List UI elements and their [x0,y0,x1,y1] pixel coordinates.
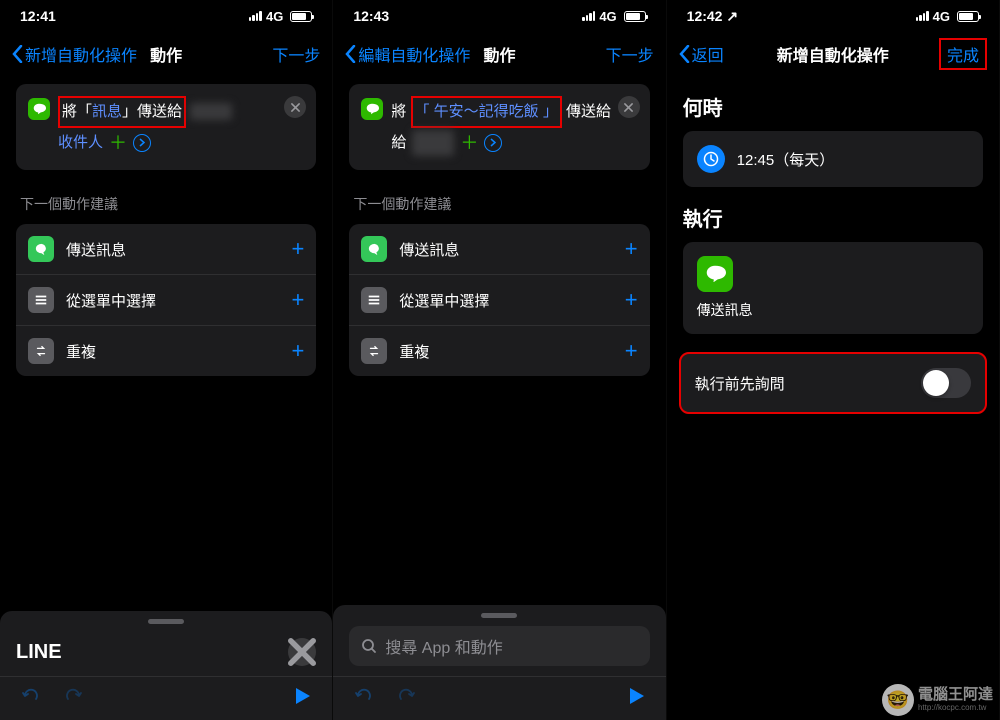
signal-icon [916,11,929,21]
undo-icon[interactable] [20,685,42,712]
sheet-handle[interactable] [148,619,184,624]
suggestion-item[interactable]: 重複 + [349,326,649,376]
nav-title: 動作 [150,42,182,66]
exec-value: 傳送訊息 [697,300,969,320]
expand-icon[interactable] [133,134,151,152]
recipient-blur: xxxx [412,130,454,156]
battery-icon [957,11,979,22]
exec-header: 執行 [683,203,999,232]
line-app-icon [28,98,50,120]
back-button[interactable]: 返回 [679,42,724,66]
add-suggestion-icon[interactable]: + [291,338,304,364]
signal-icon [249,11,262,21]
suggestion-item[interactable]: 傳送訊息 + [349,224,649,275]
back-button[interactable]: 編輯自動化操作 [345,42,470,66]
add-icon[interactable]: ＋ [460,128,478,159]
bottom-sheet[interactable]: 搜尋 App 和動作 [333,605,665,676]
redo-icon[interactable] [395,685,417,712]
status-bar: 12:43 4G [333,0,665,32]
menu-icon [361,287,387,313]
battery-icon [624,11,646,22]
battery-icon [290,11,312,22]
toolbar [333,676,665,720]
bottom-sheet[interactable]: LINE [0,611,332,676]
status-time: 12:43 [353,8,389,24]
recipient-blur: xxxx [190,103,232,120]
nav-title: 新增自動化操作 [777,42,889,66]
suggestion-item[interactable]: 傳送訊息 + [16,224,316,275]
status-bar: 12:41 4G [0,0,332,32]
watermark-icon: 🤓 [882,684,914,716]
search-placeholder: 搜尋 App 和動作 [385,634,502,658]
suggestions-header: 下一個動作建議 [20,194,316,214]
status-time: 12:41 [20,8,56,24]
action-text: 將 「 午安～記得吃飯 」 傳送給 給 xxxx ＋ [391,96,637,158]
undo-icon[interactable] [353,685,375,712]
repeat-icon [28,338,54,364]
menu-icon [28,287,54,313]
when-card[interactable]: 12:45（每天） [683,131,983,187]
nav-bar: 新增自動化操作 動作 下一步 [0,32,332,76]
suggestions-list: 傳送訊息 + 從選單中選擇 + 重複 + [16,224,316,376]
phone-3: 12:42 ↗ 4G 返回 新增自動化操作 完成 何時 12:45（每天） 執行… [667,0,1000,720]
sheet-title: LINE [16,641,62,664]
add-icon[interactable]: ＋ [109,128,127,159]
suggestion-item[interactable]: 重複 + [16,326,316,376]
exec-card[interactable]: 傳送訊息 [683,242,983,334]
ask-label: 執行前先詢問 [695,373,785,394]
signal-icon [582,11,595,21]
nav-bar: 編輯自動化操作 動作 下一步 [333,32,665,76]
suggestions-list: 傳送訊息 + 從選單中選擇 + 重複 + [349,224,649,376]
action-card[interactable]: 將「訊息」傳送給 xxxx 收件人 ＋ [16,84,316,170]
chevron-left-icon [345,45,356,63]
run-button[interactable] [626,686,646,711]
suggestion-item[interactable]: 從選單中選擇 + [16,275,316,326]
ask-toggle[interactable] [921,368,971,398]
message-icon [361,236,387,262]
network-label: 4G [266,9,283,24]
phone-2: 12:43 4G 編輯自動化操作 動作 下一步 將 「 午安～記得吃飯 」 傳送… [333,0,666,720]
status-bar: 12:42 ↗ 4G [667,0,999,32]
remove-action-button[interactable] [618,96,640,118]
suggestion-item[interactable]: 從選單中選擇 + [349,275,649,326]
message-token[interactable]: 「 午安～記得吃飯 」 [415,103,558,120]
status-time: 12:42 [687,8,723,24]
back-button[interactable]: 新增自動化操作 [12,42,137,66]
recipient-token[interactable]: 收件人 [58,130,103,156]
watermark: 🤓 電腦王阿達 http://kocpc.com.tw [882,684,993,716]
chevron-left-icon [12,45,23,63]
line-app-icon [361,98,383,120]
expand-icon[interactable] [484,134,502,152]
sheet-handle[interactable] [481,613,517,618]
when-value: 12:45（每天） [737,149,835,170]
nav-bar: 返回 新增自動化操作 完成 [667,32,999,76]
search-icon [361,638,377,654]
message-token[interactable]: 訊息 [92,103,122,120]
when-header: 何時 [683,92,999,121]
location-icon: ↗ [726,8,738,24]
nav-title: 動作 [483,42,515,66]
line-app-icon [697,256,733,292]
done-button[interactable]: 完成 [939,38,987,70]
run-button[interactable] [292,686,312,711]
ask-before-row[interactable]: 執行前先詢問 [679,352,987,414]
add-suggestion-icon[interactable]: + [291,236,304,262]
next-button[interactable]: 下一步 [606,42,654,66]
close-sheet-button[interactable] [288,638,316,666]
suggestions-header: 下一個動作建議 [353,194,649,214]
action-text: 將「訊息」傳送給 xxxx 收件人 ＋ [58,96,304,158]
toolbar [0,676,332,720]
action-card[interactable]: 將 「 午安～記得吃飯 」 傳送給 給 xxxx ＋ [349,84,649,170]
redo-icon[interactable] [62,685,84,712]
add-suggestion-icon[interactable]: + [291,287,304,313]
next-button[interactable]: 下一步 [272,42,320,66]
clock-icon [697,145,725,173]
search-input[interactable]: 搜尋 App 和動作 [349,626,649,666]
chevron-left-icon [679,45,690,63]
repeat-icon [361,338,387,364]
message-icon [28,236,54,262]
phone-1: 12:41 4G 新增自動化操作 動作 下一步 將「訊息」傳送給 xxxx 收件… [0,0,333,720]
